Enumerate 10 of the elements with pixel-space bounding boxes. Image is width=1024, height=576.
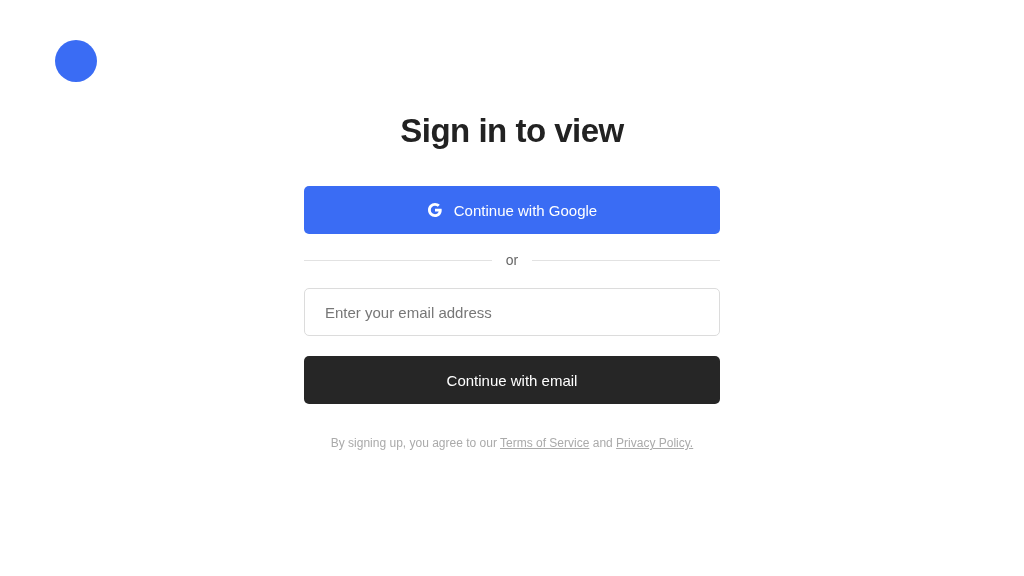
- google-icon: [426, 202, 443, 218]
- page-title: Sign in to view: [400, 112, 624, 150]
- privacy-link[interactable]: Privacy Policy.: [616, 436, 694, 450]
- divider-label: or: [505, 252, 519, 268]
- terms-link[interactable]: Terms of Service: [500, 436, 590, 450]
- logo-icon: [55, 40, 97, 82]
- legal-notice: By signing up, you agree to our Terms of Service and Privacy Policy.: [330, 436, 694, 450]
- email-button[interactable]: Continue with email: [304, 356, 720, 404]
- email-field[interactable]: Enter your email address: [304, 288, 720, 336]
- google-button[interactable]: Continue with Google: [304, 186, 720, 234]
